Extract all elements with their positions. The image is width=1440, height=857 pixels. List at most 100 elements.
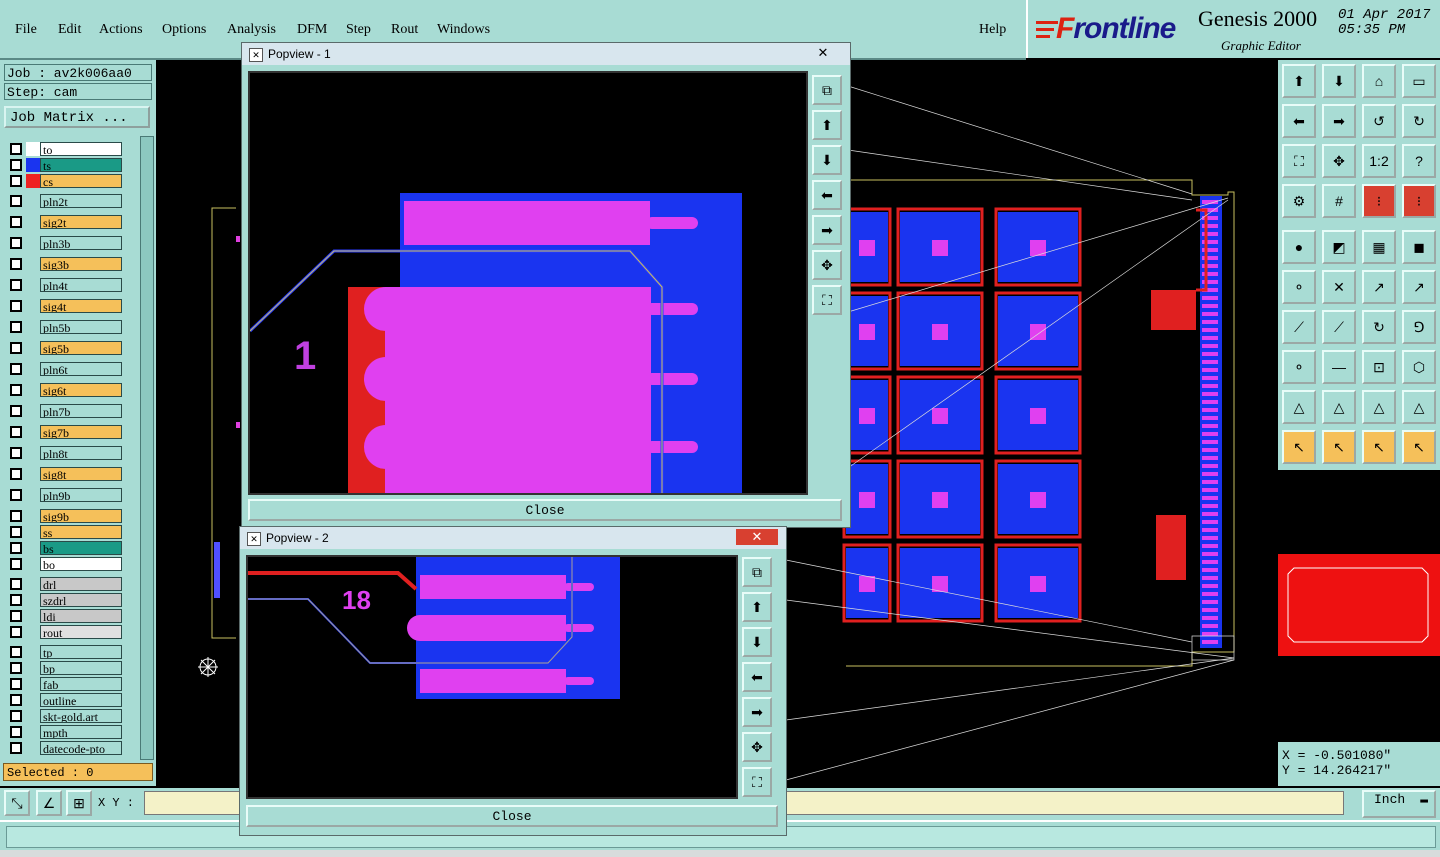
layer-checkbox[interactable]	[10, 526, 22, 538]
layer-row-pln3b[interactable]: pln3b	[6, 236, 124, 250]
layer-row-szdrl[interactable]: szdrl	[6, 593, 124, 607]
ruler-icon[interactable]: ▦	[1362, 230, 1396, 264]
zoom-in-icon[interactable]: ⧉	[742, 557, 772, 587]
layer-row-pln6t[interactable]: pln6t	[6, 362, 124, 376]
popview-1-canvas[interactable]: 1	[248, 71, 808, 495]
layer-row-to[interactable]: to	[6, 142, 124, 156]
pan-left-icon[interactable]: ⬅	[1282, 104, 1316, 138]
layer-row-sig6t[interactable]: sig6t	[6, 383, 124, 397]
layer-color-swatch[interactable]	[26, 341, 40, 355]
layer-row-sig8t[interactable]: sig8t	[6, 467, 124, 481]
layer-row-skt-gold-art[interactable]: skt-gold.art	[6, 709, 124, 723]
layer-color-swatch[interactable]	[26, 299, 40, 313]
pan-up-icon[interactable]: ⬆	[812, 110, 842, 140]
menu-dfm[interactable]: DFM	[297, 22, 327, 38]
popview-1-close-x[interactable]: ✕	[802, 45, 844, 61]
resize-icon[interactable]: ⊡	[1362, 350, 1396, 384]
layer-row-drl[interactable]: drl	[6, 577, 124, 591]
layer-row-sig2t[interactable]: sig2t	[6, 215, 124, 229]
layer-checkbox[interactable]	[10, 195, 22, 207]
layer-name[interactable]: outline	[40, 693, 122, 707]
layer-scrollbar[interactable]	[140, 136, 154, 760]
layer-name[interactable]: cs	[40, 174, 122, 188]
layer-color-swatch[interactable]	[26, 383, 40, 397]
fit-icon[interactable]: ⬆	[1282, 64, 1316, 98]
help-icon[interactable]: ?	[1402, 144, 1436, 178]
layer-name[interactable]: mpth	[40, 725, 122, 739]
layer-checkbox[interactable]	[10, 594, 22, 606]
layer-color-swatch[interactable]	[26, 194, 40, 208]
layer-checkbox[interactable]	[10, 678, 22, 690]
popview-1-close-button[interactable]: Close	[248, 499, 842, 521]
zoom-box-icon[interactable]: ⤡	[4, 790, 30, 816]
layer-checkbox[interactable]	[10, 610, 22, 622]
mirror-icon[interactable]: ⅁	[1402, 310, 1436, 344]
settings-icon[interactable]: ⚙	[1282, 184, 1316, 218]
layer-checkbox[interactable]	[10, 279, 22, 291]
layer-color-swatch[interactable]	[26, 609, 40, 623]
move-alt-icon[interactable]: ↗	[1402, 270, 1436, 304]
layer-name[interactable]: pln7b	[40, 404, 122, 418]
layer-color-swatch[interactable]	[26, 362, 40, 376]
layer-color-swatch[interactable]	[26, 215, 40, 229]
home-icon[interactable]: ⌂	[1362, 64, 1396, 98]
zoom-home-icon[interactable]: ⛶	[742, 767, 772, 797]
layer-row-pln5b[interactable]: pln5b	[6, 320, 124, 334]
layer-checkbox[interactable]	[10, 662, 22, 674]
layer-name[interactable]: sig3b	[40, 257, 122, 271]
popview-2-close-x[interactable]: ✕	[736, 529, 778, 545]
layer-checkbox[interactable]	[10, 726, 22, 738]
pan-right-icon[interactable]: ➡	[742, 697, 772, 727]
layer-color-swatch[interactable]	[26, 725, 40, 739]
grid-icon[interactable]: #	[1322, 184, 1356, 218]
line-icon[interactable]: ⟋	[1282, 310, 1316, 344]
layer-color-swatch[interactable]	[26, 425, 40, 439]
layer-row-pln9b[interactable]: pln9b	[6, 488, 124, 502]
layer-row-bo[interactable]: bo	[6, 557, 124, 571]
delete-icon[interactable]: ✕	[1322, 270, 1356, 304]
layer-name[interactable]: pln9b	[40, 488, 122, 502]
redo-icon[interactable]: ↻	[1402, 104, 1436, 138]
layer-row-pln7b[interactable]: pln7b	[6, 404, 124, 418]
layer-checkbox[interactable]	[10, 363, 22, 375]
zoom-fit-icon[interactable]: ⛶	[1282, 144, 1316, 178]
contour-icon[interactable]: ⬡	[1402, 350, 1436, 384]
layer-row-rout[interactable]: rout	[6, 625, 124, 639]
pan-up-icon[interactable]: ⬆	[742, 592, 772, 622]
layer-row-bp[interactable]: bp	[6, 661, 124, 675]
layer-checkbox[interactable]	[10, 542, 22, 554]
layer-checkbox[interactable]	[10, 447, 22, 459]
layer-name[interactable]: sig6t	[40, 383, 122, 397]
line-feature-icon[interactable]: —	[1322, 350, 1356, 384]
layer-color-swatch[interactable]	[26, 645, 40, 659]
layer-name[interactable]: sig7b	[40, 425, 122, 439]
layer-name[interactable]: pln8t	[40, 446, 122, 460]
layer-name[interactable]: sig9b	[40, 509, 122, 523]
layer-checkbox[interactable]	[10, 175, 22, 187]
layer-checkbox[interactable]	[10, 216, 22, 228]
text-shift-icon[interactable]: △	[1402, 390, 1436, 424]
layer-row-sig5b[interactable]: sig5b	[6, 341, 124, 355]
layer-row-sig4t[interactable]: sig4t	[6, 299, 124, 313]
pan-right-icon[interactable]: ➡	[1322, 104, 1356, 138]
layer-checkbox[interactable]	[10, 578, 22, 590]
layer-color-swatch[interactable]	[26, 278, 40, 292]
layer-row-bs[interactable]: bs	[6, 541, 124, 555]
layer-color-swatch[interactable]	[26, 709, 40, 723]
layer-name[interactable]: sig4t	[40, 299, 122, 313]
text-icon[interactable]: △	[1282, 390, 1316, 424]
layer-checkbox[interactable]	[10, 646, 22, 658]
select-box-icon[interactable]: ↖	[1322, 430, 1356, 464]
undo-icon[interactable]: ↺	[1362, 104, 1396, 138]
select-alt-icon[interactable]: ↖	[1362, 430, 1396, 464]
layer-checkbox[interactable]	[10, 558, 22, 570]
layer-name[interactable]: bs	[40, 541, 122, 555]
menu-step[interactable]: Step	[346, 22, 371, 38]
layer-color-swatch[interactable]	[26, 158, 40, 172]
layer-name[interactable]: szdrl	[40, 593, 122, 607]
pad-icon[interactable]: ⚬	[1282, 350, 1316, 384]
units-select[interactable]: Inch ▬	[1362, 790, 1436, 818]
layer-name[interactable]: ts	[40, 158, 122, 172]
layer-name[interactable]: pln4t	[40, 278, 122, 292]
layer-color-swatch[interactable]	[26, 577, 40, 591]
